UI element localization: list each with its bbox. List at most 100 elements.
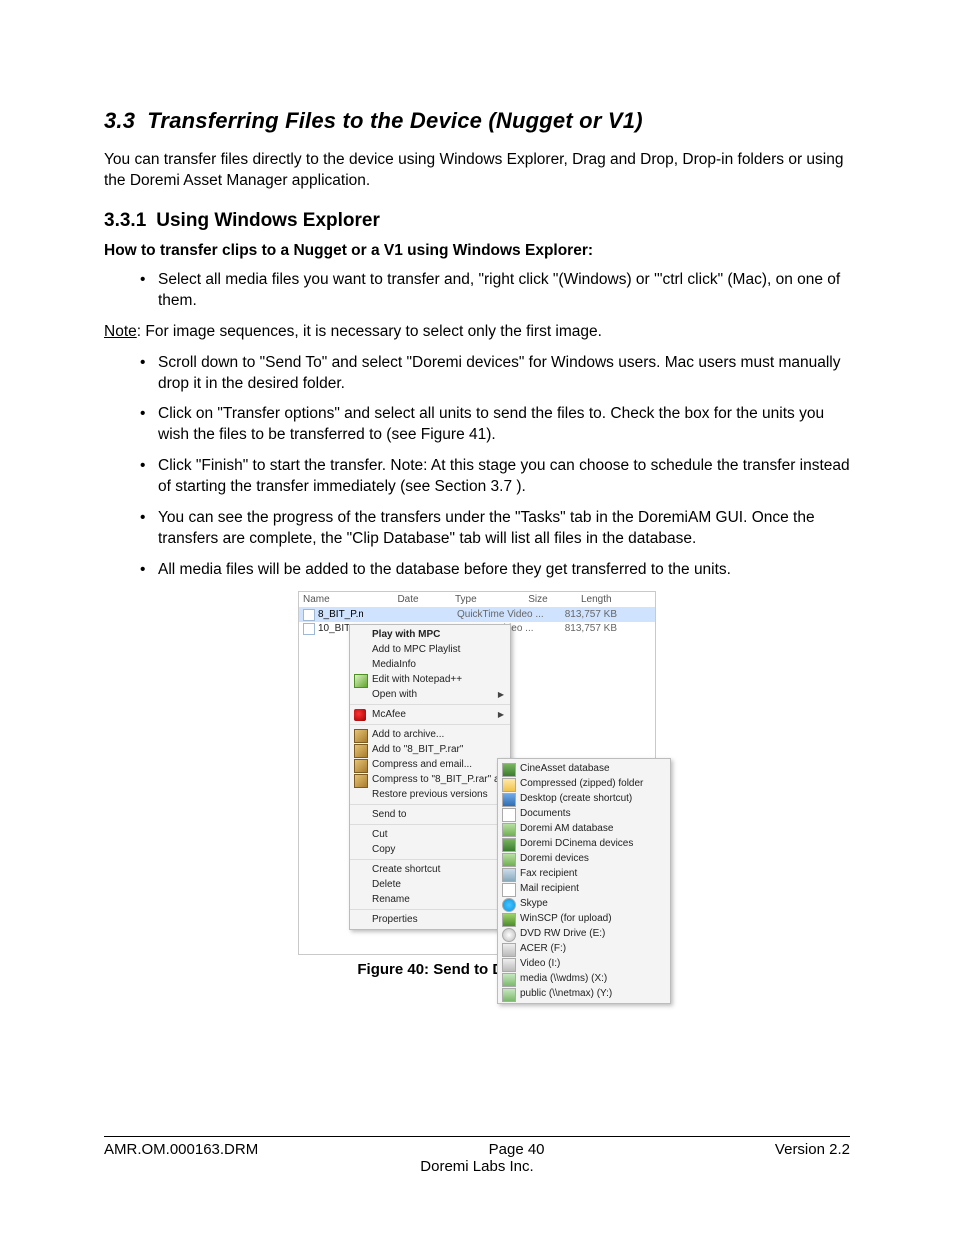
menu-item-add-mpc-playlist[interactable]: Add to MPC Playlist (350, 642, 510, 657)
footer-center: Page 40 (489, 1141, 545, 1158)
footer-rule (104, 1136, 850, 1137)
archive-icon (354, 759, 368, 773)
fax-icon (502, 868, 516, 882)
sendto-zip[interactable]: Compressed (zipped) folder (498, 776, 670, 791)
menu-item-create-shortcut[interactable]: Create shortcut (350, 862, 510, 877)
sendto-mail[interactable]: Mail recipient (498, 881, 670, 896)
header-type[interactable]: Type (455, 594, 495, 605)
list-item: Click on "Transfer options" and select a… (158, 404, 850, 446)
network-drive-icon (502, 973, 516, 987)
sendto-documents[interactable]: Documents (498, 806, 670, 821)
list-item: Select all media files you want to trans… (158, 270, 850, 312)
section-number: 3.3 (104, 108, 147, 133)
bullet-list-1: Select all media files you want to trans… (104, 270, 850, 312)
menu-item-cut[interactable]: Cut (350, 827, 510, 842)
file-size: 813,757 KB (557, 609, 617, 620)
menu-item-properties[interactable]: Properties (350, 912, 510, 927)
shield-icon (354, 709, 366, 721)
context-menu: Play with MPC Add to MPC Playlist MediaI… (349, 624, 511, 930)
sendto-media-net[interactable]: media (\\wdms) (X:) (498, 971, 670, 986)
file-name: 8_BIT_P.mov (318, 609, 363, 620)
menu-item-delete[interactable]: Delete (350, 877, 510, 892)
database-icon (502, 853, 516, 867)
drive-icon (502, 958, 516, 972)
mail-icon (502, 883, 516, 897)
file-icon (303, 609, 315, 621)
sendto-public-net[interactable]: public (\\netmax) (Y:) (498, 986, 670, 1001)
header-length[interactable]: Length (581, 594, 651, 605)
menu-item-mediainfo[interactable]: MediaInfo (350, 657, 510, 672)
winscp-icon (502, 913, 516, 927)
sendto-dvd-drive[interactable]: DVD RW Drive (E:) (498, 926, 670, 941)
archive-icon (354, 729, 368, 743)
file-row[interactable]: 8_BIT_P.mov QuickTime Video ... 813,757 … (299, 608, 655, 622)
subsection-title: Using Windows Explorer (156, 210, 380, 231)
explorer-header: Name Date Type Size Length (299, 592, 655, 608)
list-item: All media files will be added to the dat… (158, 560, 850, 581)
sendto-skype[interactable]: Skype (498, 896, 670, 911)
menu-item-play-mpc[interactable]: Play with MPC (350, 627, 510, 642)
skype-icon (502, 898, 516, 912)
sendto-winscp[interactable]: WinSCP (for upload) (498, 911, 670, 926)
figure-caption: Figure 40: Send to Doremi Device (104, 961, 850, 978)
archive-icon (354, 744, 368, 758)
list-item: Scroll down to "Send To" and select "Dor… (158, 353, 850, 395)
menu-item-add-rar[interactable]: Add to "8_BIT_P.rar" (350, 742, 510, 757)
network-drive-icon (502, 988, 516, 1002)
menu-item-compress-rar-email[interactable]: Compress to "8_BIT_P.rar" and email (350, 772, 510, 787)
file-icon (303, 623, 315, 635)
list-item: Click "Finish" to start the transfer. No… (158, 456, 850, 498)
documents-icon (502, 808, 516, 822)
footer-left: AMR.OM.000163.DRM (104, 1141, 258, 1158)
menu-item-open-with[interactable]: Open with▶ (350, 687, 510, 702)
sendto-doremi-dcinema[interactable]: Doremi DCinema devices (498, 836, 670, 851)
sendto-doremi-devices[interactable]: Doremi devices (498, 851, 670, 866)
section-heading: 3.3Transferring Files to the Device (Nug… (104, 108, 850, 134)
sendto-doremi-am-db[interactable]: Doremi AM database (498, 821, 670, 836)
menu-item-restore-versions[interactable]: Restore previous versions (350, 787, 510, 802)
howto-lead: How to transfer clips to a Nugget or a V… (104, 242, 850, 260)
submenu-arrow-icon: ▶ (498, 690, 504, 699)
menu-item-rename[interactable]: Rename (350, 892, 510, 907)
sendto-video-drive[interactable]: Video (I:) (498, 956, 670, 971)
menu-item-edit-notepad[interactable]: Edit with Notepad++ (350, 672, 510, 687)
sendto-cineasset[interactable]: CineAsset database (498, 761, 670, 776)
file-type: QuickTime Video ... (457, 609, 557, 620)
database-icon (502, 763, 516, 777)
list-item: You can see the progress of the transfer… (158, 508, 850, 550)
bullet-list-2: Scroll down to "Send To" and select "Dor… (104, 353, 850, 581)
sendto-acer-drive[interactable]: ACER (F:) (498, 941, 670, 956)
menu-item-copy[interactable]: Copy (350, 842, 510, 857)
drive-icon (502, 943, 516, 957)
footer-right: Version 2.2 (775, 1141, 850, 1158)
desktop-icon (502, 793, 516, 807)
sendto-desktop[interactable]: Desktop (create shortcut) (498, 791, 670, 806)
header-name[interactable]: Name (303, 594, 361, 605)
menu-item-mcafee[interactable]: McAfee▶ (350, 707, 510, 722)
note-paragraph: Note: For image sequences, it is necessa… (104, 322, 850, 343)
note-text: : For image sequences, it is necessary t… (137, 323, 602, 340)
submenu-arrow-icon: ▶ (498, 710, 504, 719)
database-icon (502, 838, 516, 852)
notepad-icon (354, 674, 368, 688)
header-date[interactable]: Date (361, 594, 455, 605)
sendto-submenu: CineAsset database Compressed (zipped) f… (497, 758, 671, 1004)
database-icon (502, 823, 516, 837)
footer-company: Doremi Labs Inc. (104, 1158, 850, 1175)
file-size: 813,757 KB (557, 623, 617, 634)
folder-icon (502, 778, 516, 792)
subsection-number: 3.3.1 (104, 210, 156, 231)
intro-paragraph: You can transfer files directly to the d… (104, 150, 850, 192)
page-footer: AMR.OM.000163.DRM Page 40 Version 2.2 Do… (104, 1136, 850, 1175)
dvd-icon (502, 928, 516, 942)
header-size[interactable]: Size (495, 594, 581, 605)
menu-item-send-to[interactable]: Send to▶ (350, 807, 510, 822)
section-title: Transferring Files to the Device (Nugget… (147, 108, 643, 133)
note-label: Note (104, 323, 137, 340)
menu-item-compress-email[interactable]: Compress and email... (350, 757, 510, 772)
subsection-heading: 3.3.1Using Windows Explorer (104, 210, 850, 232)
explorer-screenshot: Name Date Type Size Length 8_BIT_P.mov Q… (298, 591, 656, 955)
menu-item-add-archive[interactable]: Add to archive... (350, 727, 510, 742)
sendto-fax[interactable]: Fax recipient (498, 866, 670, 881)
archive-icon (354, 774, 368, 788)
